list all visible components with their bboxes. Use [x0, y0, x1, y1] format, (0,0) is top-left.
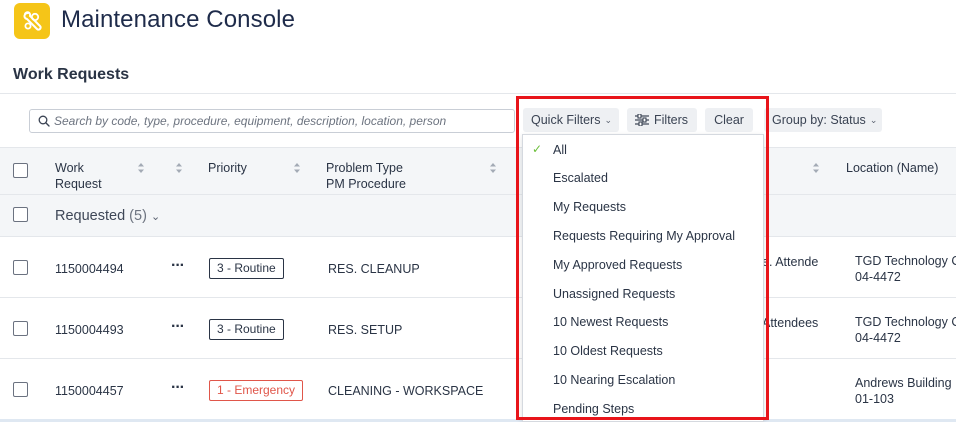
location-cell: TGD Technology C 04-4472	[855, 253, 956, 285]
menu-item-10-nearing-escalation[interactable]: 10 Nearing Escalation	[553, 373, 675, 387]
menu-item-my-approved-requests[interactable]: My Approved Requests	[553, 258, 682, 272]
location-name: TGD Technology C	[855, 254, 956, 268]
partial-cell: Attendees	[762, 316, 819, 330]
search-icon	[38, 115, 50, 127]
column-location[interactable]: Location (Name)	[846, 160, 938, 176]
chevron-down-icon: ⌄	[604, 114, 612, 125]
sort-icon[interactable]	[489, 162, 497, 174]
table-row[interactable]: 1150004494 ··· 3 - Routine RES. CLEANUP …	[0, 237, 956, 298]
group-count: (5)	[129, 208, 147, 224]
table-header: Work Request Priority Problem Type PM Pr…	[0, 147, 956, 195]
problem-type: CLEANING - WORKSPACE	[328, 384, 484, 398]
divider	[0, 93, 956, 94]
menu-item-10-newest-requests[interactable]: 10 Newest Requests	[553, 315, 668, 329]
location-name: Andrews Building	[855, 376, 952, 390]
column-work-request-line2: Request	[55, 177, 102, 191]
menu-item-all[interactable]: All	[553, 143, 567, 157]
more-actions-icon[interactable]: ···	[171, 379, 185, 397]
search-input[interactable]	[54, 112, 509, 130]
sort-icon[interactable]	[137, 162, 145, 174]
app-logo	[14, 3, 50, 39]
location-cell: TGD Technology C 04-4472	[855, 314, 956, 346]
quick-filters-label: Quick Filters	[531, 113, 601, 127]
group-row-requested[interactable]: Requested (5) ⌄	[0, 195, 956, 237]
chevron-down-icon[interactable]: ⌄	[151, 211, 160, 223]
row-checkbox[interactable]	[13, 321, 28, 336]
menu-item-unassigned-requests[interactable]: Unassigned Requests	[553, 287, 675, 301]
clear-button[interactable]: Clear	[705, 108, 753, 132]
partial-cell: e. Attende	[762, 255, 819, 269]
work-request-id[interactable]: 1150004493	[55, 322, 124, 338]
page-title: Work Requests	[13, 66, 130, 83]
menu-item-pending-steps[interactable]: Pending Steps	[553, 402, 634, 416]
more-actions-icon[interactable]: ···	[171, 318, 185, 336]
app-title: Maintenance Console	[61, 6, 296, 33]
column-priority[interactable]: Priority	[208, 160, 247, 176]
row-checkbox[interactable]	[13, 382, 28, 397]
chevron-down-icon: ⌄	[869, 114, 878, 125]
search-box[interactable]	[29, 109, 515, 133]
table-row[interactable]: 1150004493 ··· 3 - Routine RES. SETUP At…	[0, 298, 956, 359]
menu-item-escalated[interactable]: Escalated	[553, 171, 608, 185]
column-work-request-line1: Work	[55, 161, 84, 175]
priority-badge: 3 - Routine	[209, 319, 284, 340]
work-request-id[interactable]: 1150004494	[55, 261, 124, 277]
row-checkbox[interactable]	[13, 260, 28, 275]
check-icon: ✓	[532, 142, 543, 156]
problem-type: RES. CLEANUP	[328, 262, 420, 276]
work-request-id[interactable]: 1150004457	[55, 383, 124, 399]
maintenance-logo-icon	[23, 11, 42, 31]
quick-filters-menu: ✓ All Escalated My Requests Requests Req…	[522, 134, 764, 422]
select-all-checkbox[interactable]	[13, 163, 28, 178]
app-header: Maintenance Console	[0, 0, 956, 48]
priority-badge: 1 - Emergency	[209, 380, 304, 401]
menu-item-10-oldest-requests[interactable]: 10 Oldest Requests	[553, 344, 663, 358]
quick-filters-button[interactable]: Quick Filters ⌄	[523, 108, 619, 132]
location-code: 04-4472	[855, 270, 901, 284]
sort-icon[interactable]	[812, 162, 820, 174]
column-problem-type-line2: PM Procedure	[326, 177, 406, 191]
filters-label: Filters	[654, 113, 689, 127]
column-work-request[interactable]: Work Request	[55, 160, 102, 192]
sort-icon[interactable]	[175, 162, 183, 174]
location-code: 01-103	[855, 392, 894, 406]
group-checkbox[interactable]	[13, 207, 28, 222]
priority-badge: 3 - Routine	[209, 258, 284, 279]
clear-label: Clear	[714, 113, 744, 127]
menu-item-my-requests[interactable]: My Requests	[553, 200, 626, 214]
sliders-icon	[635, 114, 649, 126]
location-code: 04-4472	[855, 331, 901, 345]
location-cell: Andrews Building 01-103	[855, 375, 952, 407]
table-row[interactable]: 1150004457 ··· 1 - Emergency CLEANING - …	[0, 359, 956, 420]
location-name: TGD Technology C	[855, 315, 956, 329]
group-name: Requested	[55, 208, 126, 224]
filters-button[interactable]: Filters	[627, 108, 697, 132]
group-label: Requested (5) ⌄	[55, 208, 160, 224]
group-by-button[interactable]: Group by: Status ⌄	[764, 108, 882, 132]
problem-type: RES. SETUP	[328, 323, 403, 337]
menu-item-requests-requiring-my-approval[interactable]: Requests Requiring My Approval	[553, 229, 735, 243]
column-problem-type-line1: Problem Type	[326, 161, 403, 175]
group-by-label: Group by: Status	[772, 113, 866, 127]
column-problem-type[interactable]: Problem Type PM Procedure	[326, 160, 406, 192]
sort-icon[interactable]	[293, 162, 301, 174]
more-actions-icon[interactable]: ···	[171, 257, 185, 275]
